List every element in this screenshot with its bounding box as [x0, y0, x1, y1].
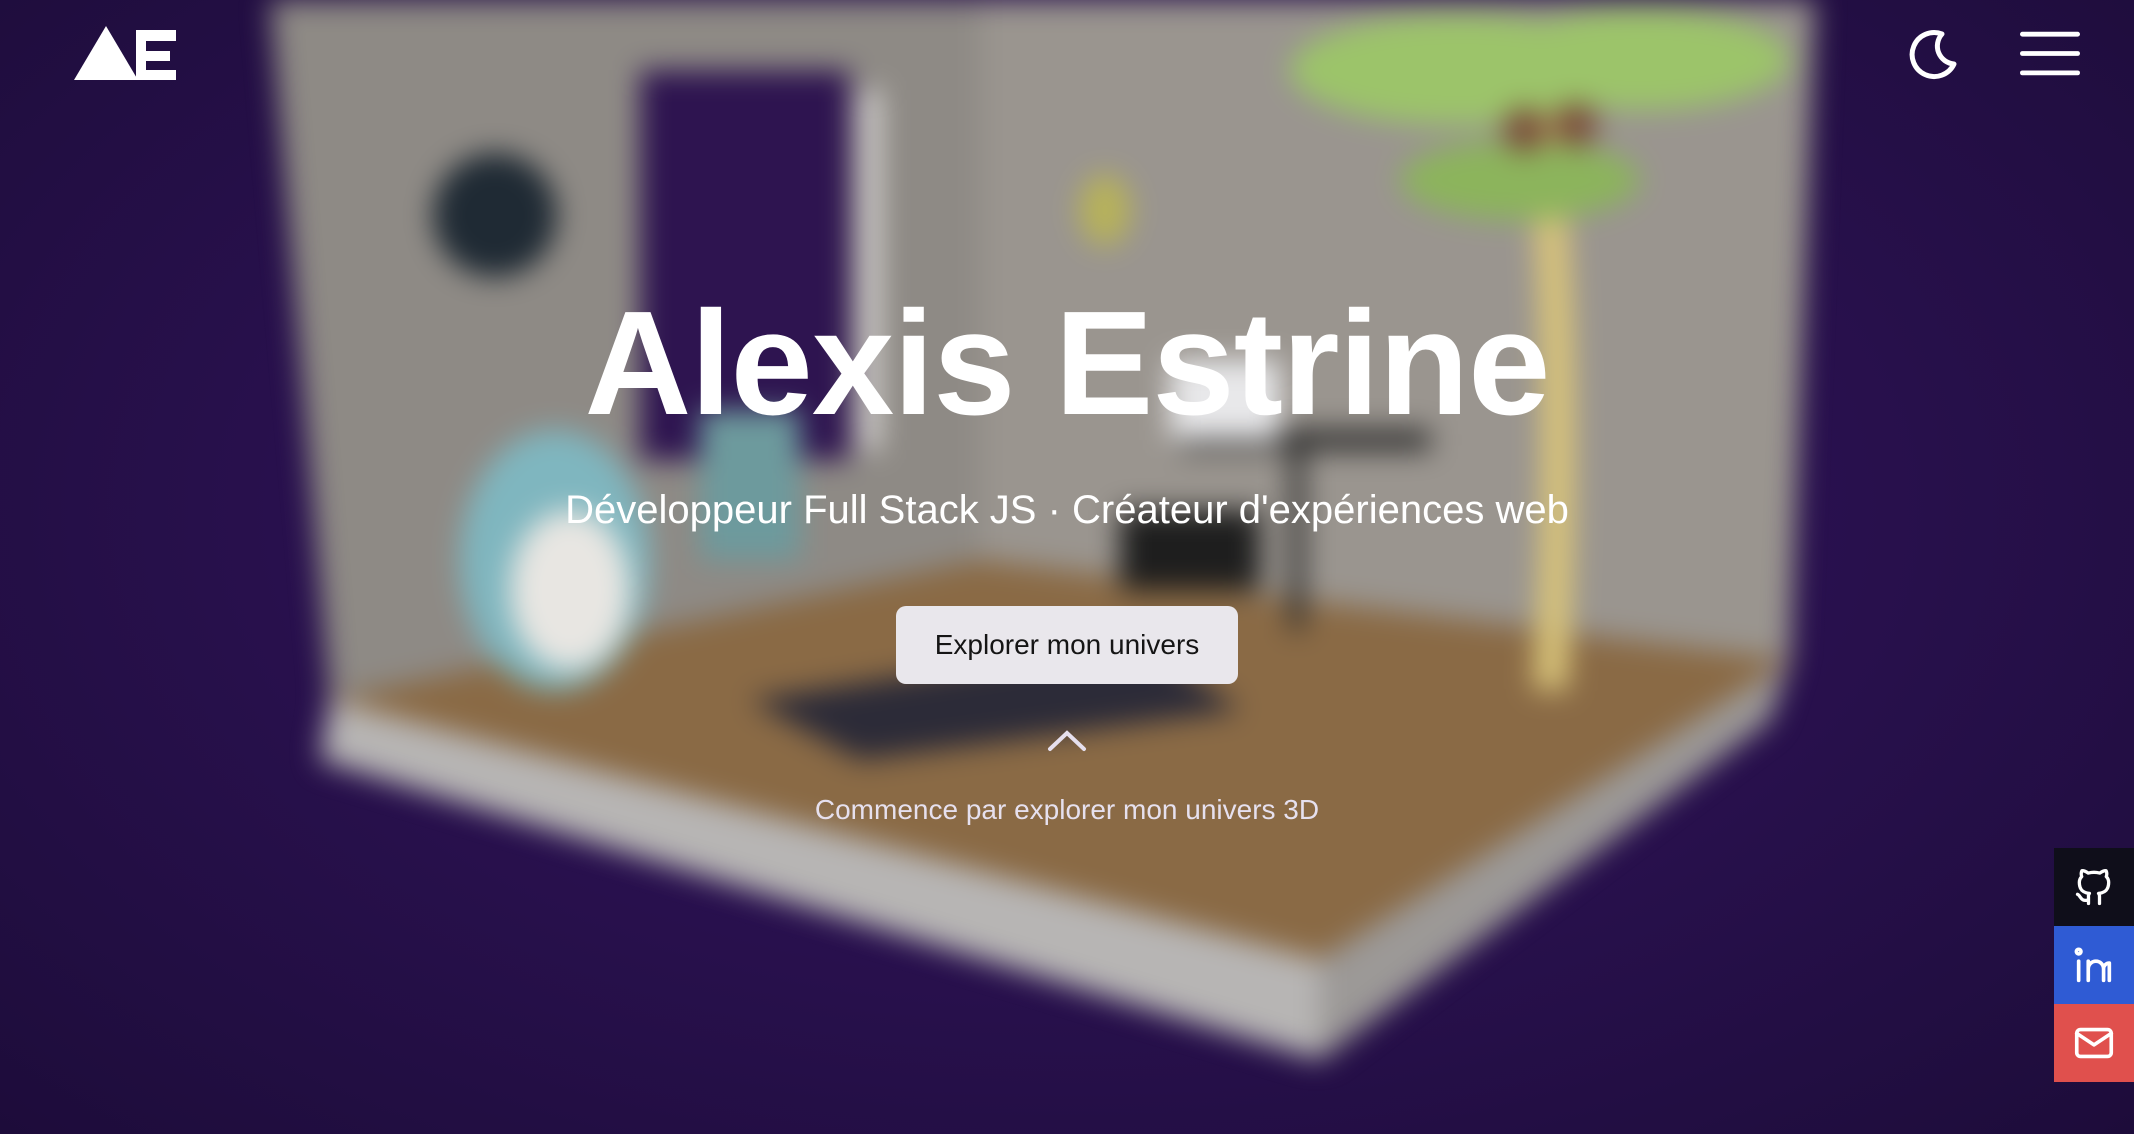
- moon-icon: [1909, 30, 1957, 79]
- social-links: [2054, 848, 2134, 1082]
- hamburger-menu-icon: [2020, 31, 2080, 76]
- theme-toggle-button[interactable]: [1904, 24, 1964, 84]
- menu-button[interactable]: [2020, 24, 2080, 84]
- github-icon: [2075, 868, 2111, 906]
- ae-logo-icon[interactable]: [74, 26, 184, 82]
- explore-hint: Commence par explorer mon univers 3D: [814, 794, 1320, 825]
- linkedin-link[interactable]: [2054, 926, 2134, 1004]
- linkedin-icon: [2074, 947, 2112, 983]
- explore-universe-button[interactable]: Explorer mon univers: [896, 606, 1238, 684]
- email-link[interactable]: [2054, 1004, 2134, 1082]
- chevron-up-icon[interactable]: [1047, 728, 1087, 752]
- hero-subtitle: Développeur Full Stack JS · Créateur d'e…: [565, 488, 1569, 532]
- room-3d-scene[interactable]: [0, 0, 2134, 1134]
- mail-icon: [2074, 1027, 2114, 1059]
- hero-title: Alexis Estrine: [584, 281, 1551, 446]
- github-link[interactable]: [2054, 848, 2134, 926]
